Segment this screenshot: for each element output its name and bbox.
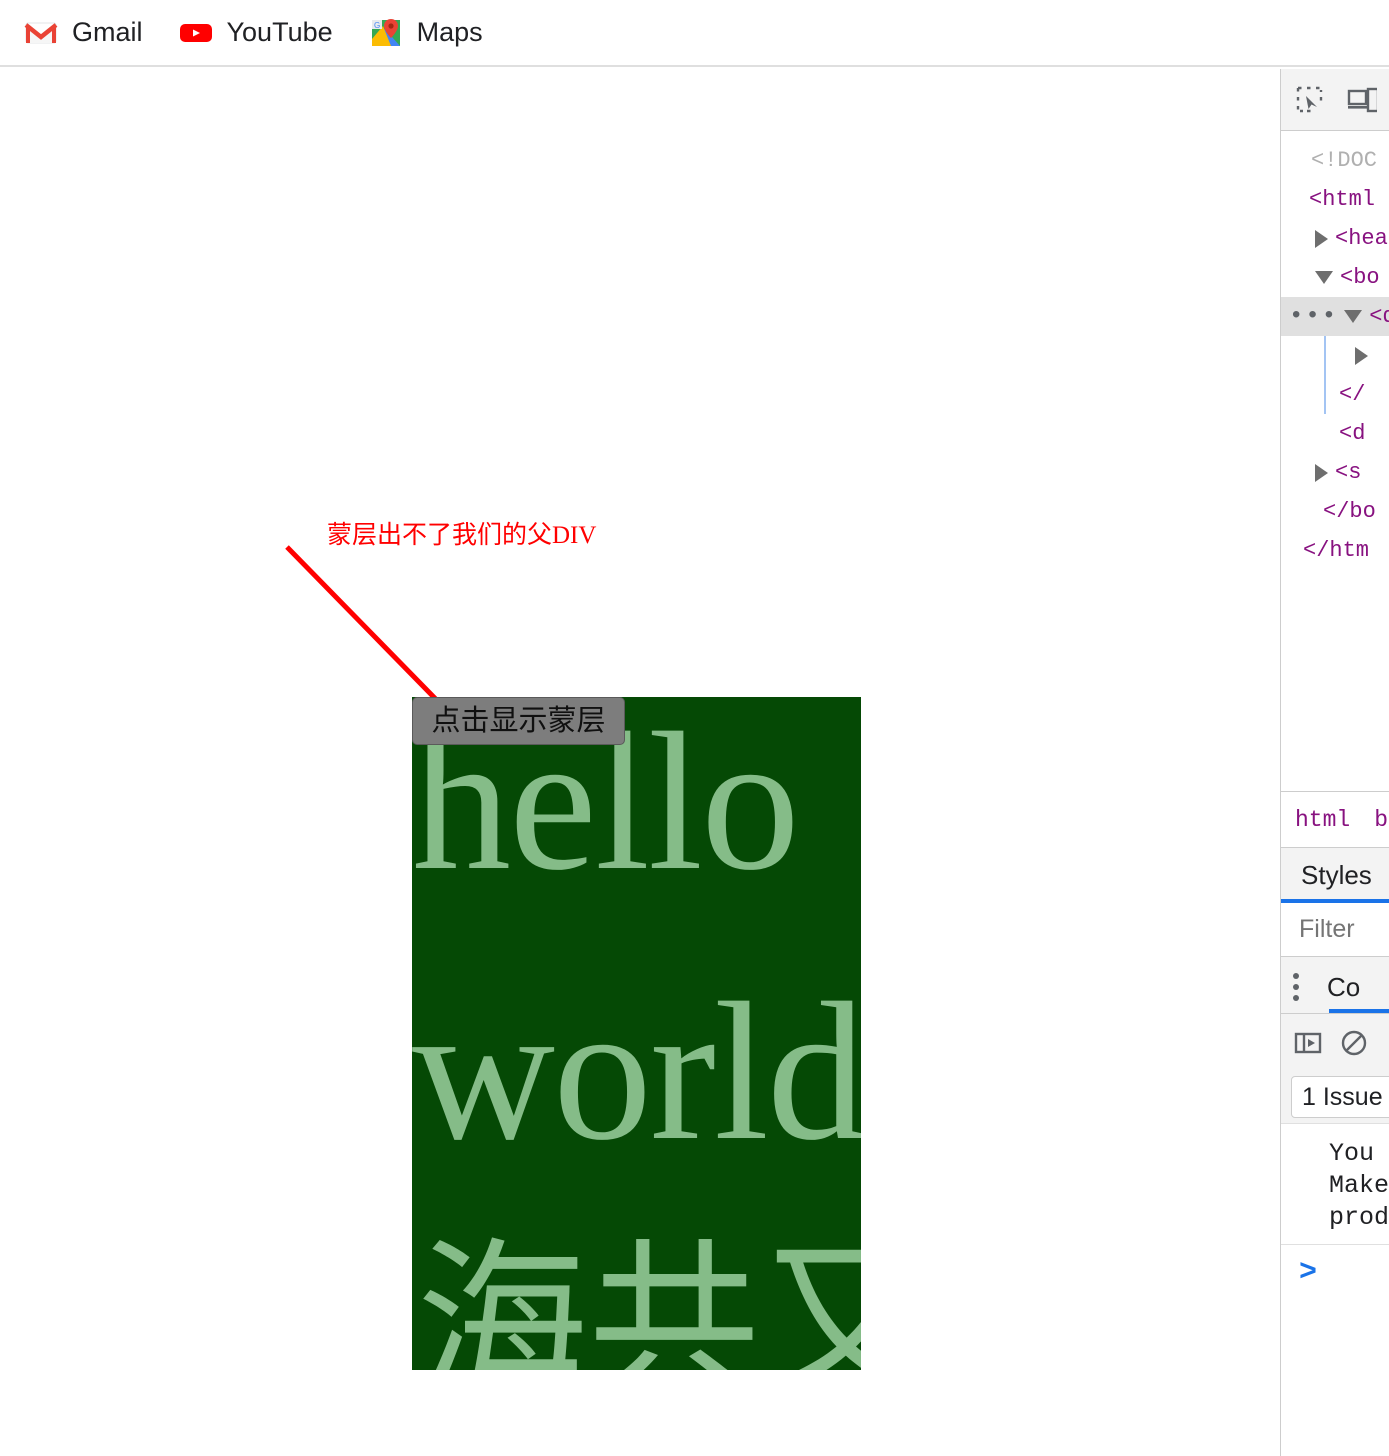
more-tools-icon[interactable] [1293,973,1299,1001]
demo-heading-chinese: 海共又 [416,1227,861,1370]
dom-row-selected[interactable]: ••• <d [1281,297,1389,336]
breadcrumb-item-body[interactable]: b [1374,807,1388,833]
console-sidebar-icon[interactable] [1293,1028,1323,1058]
clear-console-icon[interactable] [1339,1028,1369,1058]
chevron-right-icon[interactable] [1355,346,1368,365]
chevron-down-icon[interactable] [1315,271,1333,284]
dom-node-text: <html [1309,187,1376,212]
bookmark-label-maps: Maps [416,17,483,47]
console-tab-active-indicator [1329,1009,1389,1013]
chevron-right-icon[interactable] [1315,229,1328,248]
dom-node-text: <bo [1340,265,1380,290]
dom-node-text: </htm [1303,538,1370,563]
gmail-icon [24,16,58,50]
dom-row[interactable]: <s [1281,453,1389,492]
devtools-panel: <!DOC <html <hea <bo ••• <d </ [1280,69,1389,1456]
bookmark-label-youtube: YouTube [226,17,333,47]
dom-row[interactable]: <!DOC [1281,141,1389,180]
svg-text:G: G [374,21,380,30]
console-toolbar [1281,1013,1389,1071]
dom-node-text: <hea [1335,226,1388,251]
dom-node-text: </ [1339,382,1366,407]
dom-tree[interactable]: <!DOC <html <hea <bo ••• <d </ [1281,131,1389,791]
devtools-toolbar [1281,69,1389,131]
bookmark-gmail[interactable]: Gmail [24,16,143,50]
dom-row[interactable]: <hea [1281,219,1389,258]
styles-filter-input[interactable] [1297,914,1389,945]
tab-active-indicator [1281,899,1389,903]
dom-row[interactable]: </htm [1281,531,1389,570]
demo-green-box: hello world 海共又 点击显示蒙层 [412,697,861,1370]
dom-row[interactable]: <bo [1281,258,1389,297]
issues-button[interactable]: 1 Issue [1291,1076,1389,1118]
dom-row[interactable]: </ [1281,375,1389,414]
console-message: You Make prod [1281,1123,1389,1244]
more-options-icon[interactable]: ••• [1289,297,1338,336]
page-viewport: 蒙层出不了我们的父DIV hello world 海共又 点击显示蒙层 [0,69,1280,1456]
google-maps-icon: G [369,16,403,50]
dom-node-text: <!DOC [1311,148,1378,173]
dom-row[interactable] [1281,336,1389,375]
tab-styles[interactable]: Styles [1301,860,1372,891]
issues-bar: 1 Issue [1281,1071,1389,1123]
styles-tabbar: Styles [1281,847,1389,903]
dom-node-text: <d [1339,421,1366,446]
dom-row[interactable]: <d [1281,414,1389,453]
dom-node-text: </bo [1323,499,1376,524]
bookmark-label-gmail: Gmail [72,17,143,47]
tab-console[interactable]: Co [1327,972,1360,1003]
inspect-element-icon[interactable] [1295,85,1325,115]
chevron-down-icon[interactable] [1344,310,1363,323]
dom-node-text: <s [1335,460,1362,485]
youtube-icon [179,16,213,50]
styles-filter-row [1281,903,1389,957]
bookmark-youtube[interactable]: YouTube [179,16,333,50]
breadcrumb-item-html[interactable]: html [1295,807,1350,833]
dom-node-text: <d [1369,304,1389,329]
dom-row[interactable]: <html [1281,180,1389,219]
chevron-right-icon[interactable] [1315,463,1328,482]
bookmarks-bar: Gmail YouTube G Maps [0,0,1389,67]
chevron-right-icon: > [1299,1255,1318,1290]
show-mask-button[interactable]: 点击显示蒙层 [412,697,625,745]
console-prompt[interactable]: > [1281,1244,1389,1300]
console-tabbar: Co [1281,957,1389,1013]
demo-heading-world: world [412,962,861,1181]
bookmark-maps[interactable]: G Maps [369,16,483,50]
breadcrumb[interactable]: html b [1281,791,1389,847]
device-toolbar-icon[interactable] [1347,85,1380,115]
annotation-text: 蒙层出不了我们的父DIV [327,522,597,549]
dom-row[interactable]: </bo [1281,492,1389,531]
